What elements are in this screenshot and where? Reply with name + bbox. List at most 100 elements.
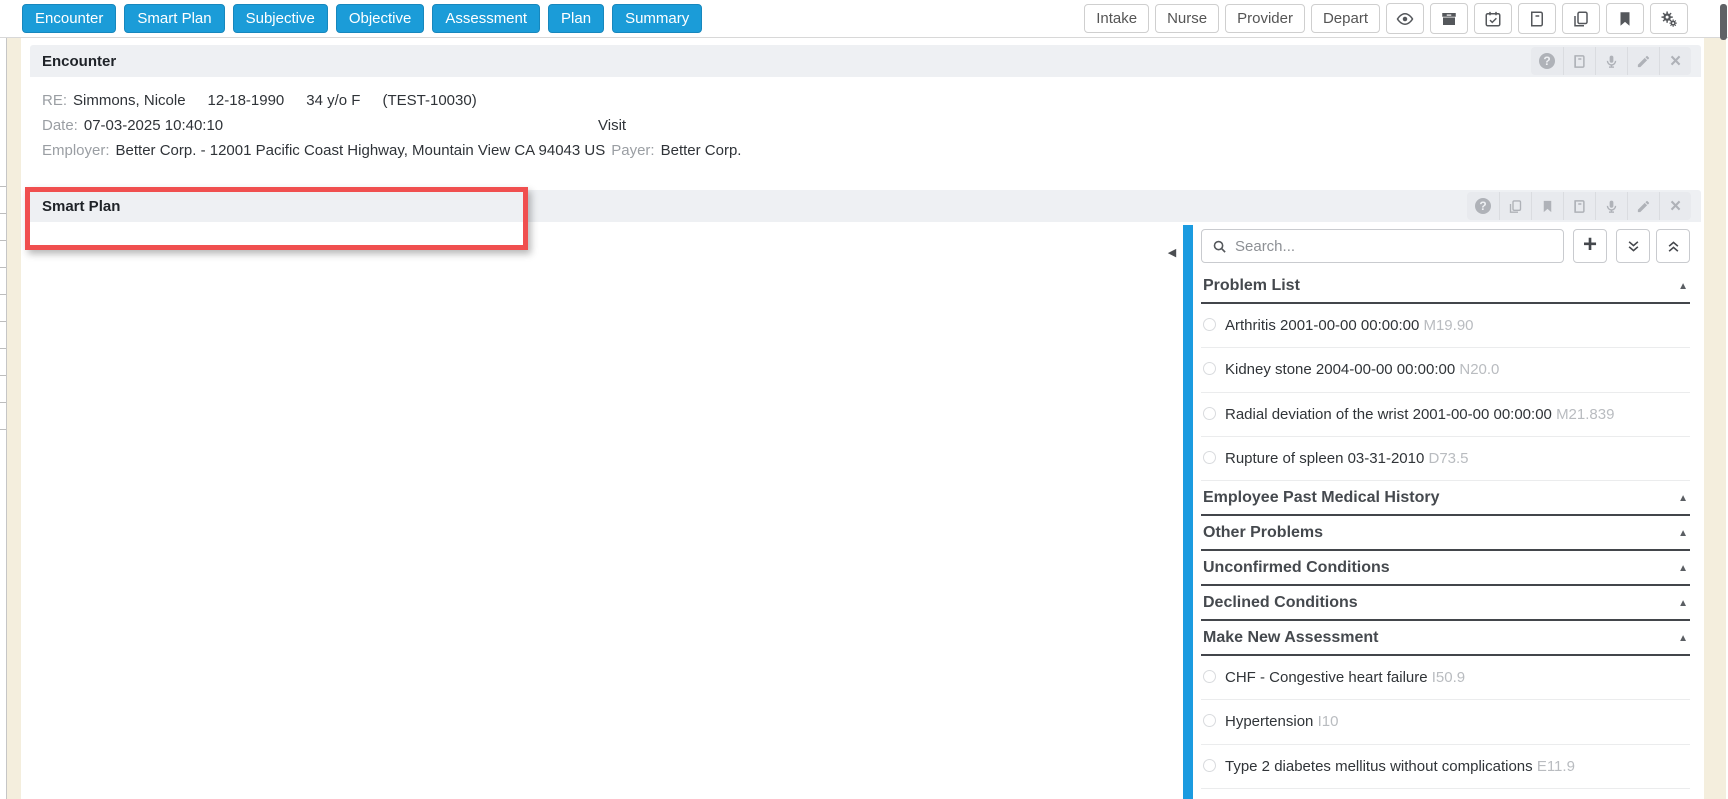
encounter-date-line: Date: 07-03-2025 10:40:10 Visit: [42, 113, 1042, 138]
help-icon[interactable]: ?: [1467, 192, 1499, 220]
patient-dob: 12-18-1990: [208, 92, 285, 109]
item-code: D73.5: [1428, 450, 1468, 467]
problem-list-item[interactable]: Hypertension I10: [1201, 700, 1690, 744]
sidebar-collapse-arrow[interactable]: ◀: [1164, 243, 1180, 261]
section-header[interactable]: Declined Conditions ▲: [1201, 586, 1690, 621]
item-code: E11.9: [1537, 758, 1575, 775]
book-icon[interactable]: [1518, 3, 1556, 34]
nav-tab-button[interactable]: Smart Plan: [124, 4, 224, 33]
item-text: CHF - Congestive heart failure: [1225, 669, 1428, 686]
item-code: M19.90: [1423, 317, 1473, 334]
chevron-up-icon: ▲: [1678, 563, 1688, 574]
smart-plan-title: Smart Plan: [42, 198, 120, 215]
archive-icon[interactable]: [1430, 3, 1468, 34]
left-collapsed-panel[interactable]: [6, 38, 21, 799]
item-radio-circle[interactable]: [1203, 670, 1216, 683]
problem-list-item[interactable]: Type 1 diabetes mellitus without complic…: [1201, 789, 1690, 799]
copy-icon[interactable]: [1562, 3, 1600, 34]
item-code: I50.9: [1432, 669, 1465, 686]
search-box[interactable]: [1201, 229, 1564, 263]
chevron-up-icon: ▲: [1678, 528, 1688, 539]
problem-list-item[interactable]: Radial deviation of the wrist 2001-00-00…: [1201, 393, 1690, 437]
section-header[interactable]: Other Problems ▲: [1201, 516, 1690, 551]
expand-all-icon[interactable]: [1656, 229, 1690, 263]
employer-payer-line: Employer: Better Corp. - 12001 Pacific C…: [42, 138, 1042, 163]
chevron-up-icon: ▲: [1678, 493, 1688, 504]
encounter-date: 07-03-2025 10:40:10: [84, 117, 223, 134]
section-header[interactable]: Make New Assessment ▲: [1201, 621, 1690, 656]
close-icon[interactable]: ×: [1659, 192, 1691, 220]
chevron-up-icon: ▲: [1678, 281, 1688, 292]
encounter-nav-buttons: Encounter Smart Plan Subjective ObjectiveAs…: [22, 4, 710, 33]
help-icon[interactable]: ?: [1531, 47, 1563, 75]
item-radio-circle[interactable]: [1203, 451, 1216, 464]
item-radio-circle[interactable]: [1203, 714, 1216, 727]
item-text: Type 2 diabetes mellitus without complic…: [1225, 758, 1533, 775]
eye-icon[interactable]: [1386, 3, 1424, 34]
item-code: I10: [1318, 713, 1339, 730]
chevron-up-icon: ▲: [1678, 598, 1688, 609]
collapse-all-icon[interactable]: [1616, 229, 1650, 263]
section-header[interactable]: Employee Past Medical History ▲: [1201, 481, 1690, 516]
problem-list-item[interactable]: Arthritis 2001-00-00 00:00:00 M19.90: [1201, 304, 1690, 348]
nav-tab-button[interactable]: Plan: [548, 4, 604, 33]
microphone-icon[interactable]: [1595, 47, 1627, 75]
item-radio-circle[interactable]: [1203, 318, 1216, 331]
pencil-icon[interactable]: [1627, 192, 1659, 220]
nav-tab-button[interactable]: Subjective: [233, 4, 328, 33]
re-label: RE:: [42, 92, 67, 109]
item-radio-circle[interactable]: [1203, 362, 1216, 375]
problem-list-item[interactable]: Kidney stone 2004-00-00 00:00:00 N20.0: [1201, 348, 1690, 392]
item-text: Radial deviation of the wrist 2001-00-00…: [1225, 406, 1552, 423]
vertical-scrollbar-thumb[interactable]: [1720, 4, 1727, 40]
section-header[interactable]: Unconfirmed Conditions ▲: [1201, 551, 1690, 586]
payer-label: Payer:: [611, 142, 654, 159]
item-text: Hypertension: [1225, 713, 1313, 730]
item-text: Arthritis 2001-00-00 00:00:00: [1225, 317, 1419, 334]
stage-button[interactable]: Intake: [1084, 4, 1149, 33]
payer-value: Better Corp.: [661, 142, 742, 159]
close-icon[interactable]: ×: [1659, 47, 1691, 75]
bookmark-icon[interactable]: [1531, 192, 1563, 220]
visit-label: Visit: [598, 117, 626, 134]
encounter-title: Encounter: [42, 53, 116, 70]
problem-list-item[interactable]: CHF - Congestive heart failure I50.9: [1201, 656, 1690, 700]
item-radio-circle[interactable]: [1203, 407, 1216, 420]
book-icon[interactable]: [1563, 47, 1595, 75]
employer-value: Better Corp. - 12001 Pacific Coast Highw…: [116, 142, 606, 159]
pencil-icon[interactable]: [1627, 47, 1659, 75]
stage-button[interactable]: Provider: [1225, 4, 1305, 33]
stage-button[interactable]: Nurse: [1155, 4, 1219, 33]
copy-icon[interactable]: [1499, 192, 1531, 220]
top-toolbar: Encounter Smart Plan Subjective ObjectiveAs…: [0, 0, 1728, 38]
sidebar-search-row: +: [1193, 225, 1700, 269]
search-icon: [1212, 239, 1227, 254]
sidebar-accent-bar[interactable]: [1183, 225, 1193, 799]
right-collapsed-panel[interactable]: [1704, 38, 1726, 799]
nav-tab-button[interactable]: Assessment: [432, 4, 540, 33]
patient-id: (TEST-10030): [382, 92, 476, 109]
microphone-icon[interactable]: [1595, 192, 1627, 220]
nav-tab-button[interactable]: Summary: [612, 4, 702, 33]
problem-list-item[interactable]: Type 2 diabetes mellitus without complic…: [1201, 745, 1690, 789]
stage-button[interactable]: Depart: [1311, 4, 1380, 33]
bookmark-icon[interactable]: [1606, 3, 1644, 34]
toolbar-right: IntakeNurseProviderDepart: [1078, 3, 1688, 34]
nav-tab-button[interactable]: Encounter: [22, 4, 116, 33]
section-label: Employee Past Medical History: [1203, 489, 1440, 507]
problem-sidebar: + Problem List ▲ Arthritis 2001-00-00 00…: [1193, 225, 1700, 799]
gears-icon[interactable]: [1650, 3, 1688, 34]
section-label: Other Problems: [1203, 524, 1323, 542]
smart-plan-section-header: Smart Plan ? ×: [30, 190, 1701, 222]
book-icon[interactable]: [1563, 192, 1595, 220]
employer-label: Employer:: [42, 142, 110, 159]
nav-tab-button[interactable]: Objective: [336, 4, 425, 33]
item-code: N20.0: [1459, 361, 1499, 378]
section-header[interactable]: Problem List ▲: [1201, 269, 1690, 304]
item-radio-circle[interactable]: [1203, 759, 1216, 772]
problem-list-item[interactable]: Rupture of spleen 03-31-2010 D73.5: [1201, 437, 1690, 481]
search-input[interactable]: [1235, 238, 1553, 255]
calendar-check-icon[interactable]: [1474, 3, 1512, 34]
add-problem-button[interactable]: +: [1573, 229, 1607, 263]
item-code: M21.839: [1556, 406, 1614, 423]
